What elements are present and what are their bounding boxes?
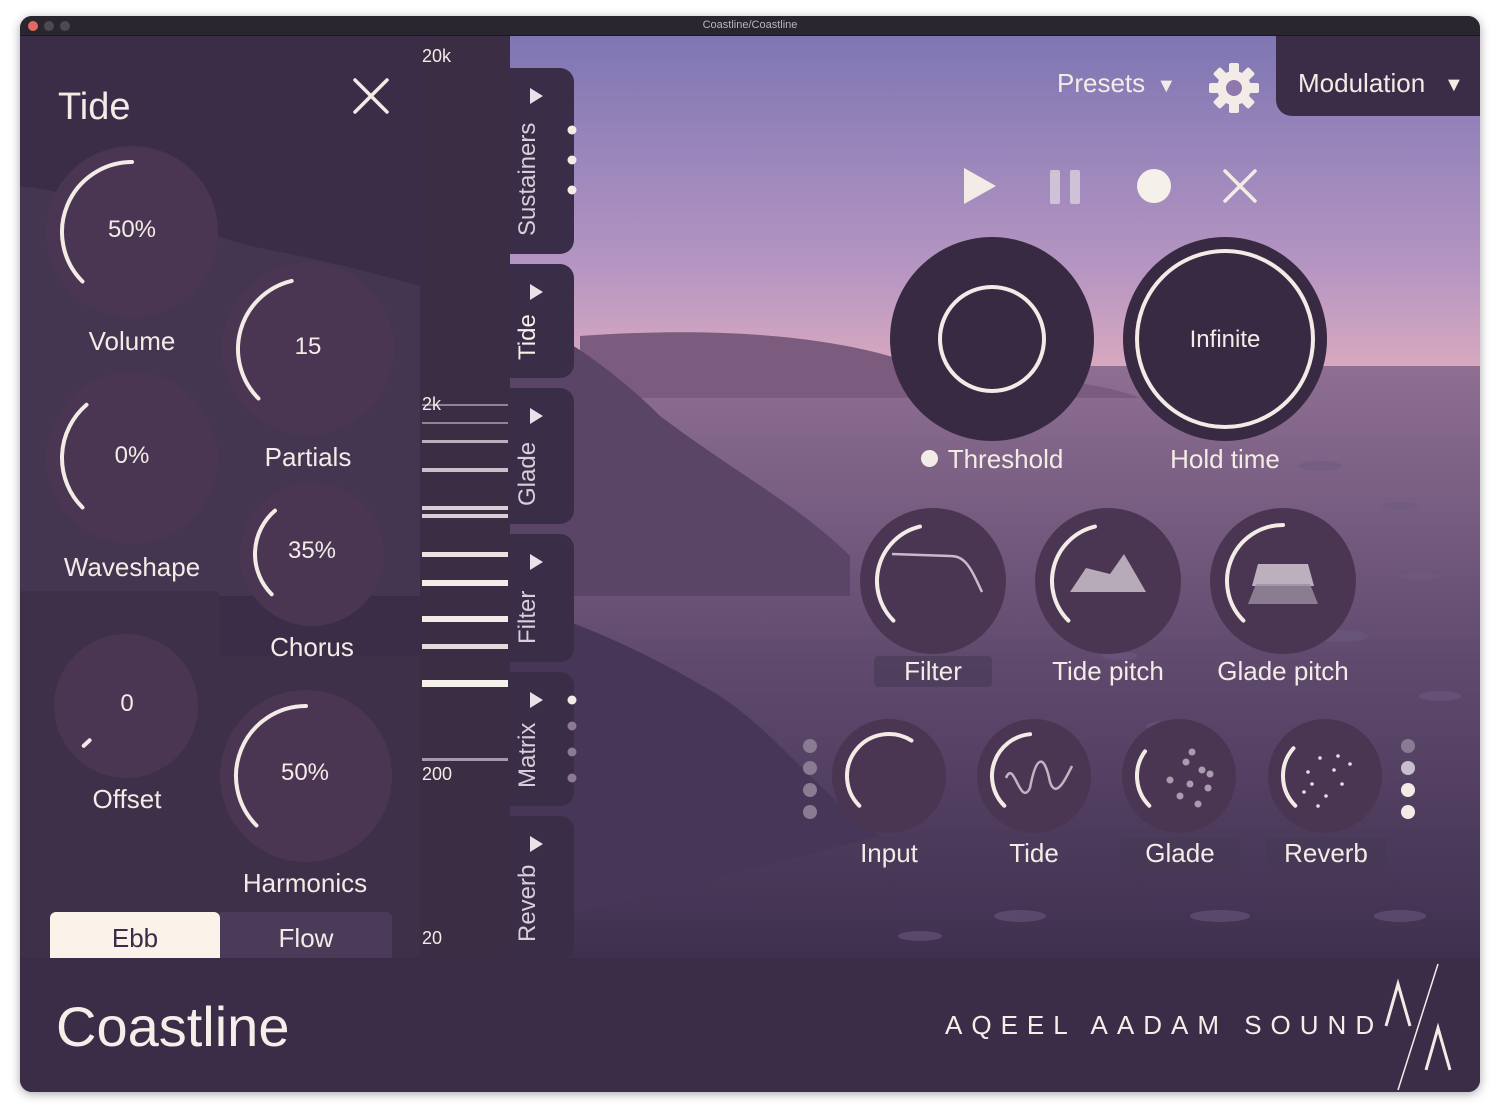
waveshape-knob[interactable]: 0%: [47, 442, 217, 470]
tab-filter-label: Filter: [514, 590, 541, 644]
gear-icon[interactable]: [1208, 62, 1260, 114]
filter-label: Filter: [874, 656, 992, 687]
freq-label-200: 200: [422, 764, 453, 784]
tide-panel-background: [20, 36, 420, 958]
tab-reverb-label: Reverb: [514, 864, 541, 942]
tab-reverb-arrow-icon: [530, 836, 543, 852]
modulation-label: Modulation: [1298, 68, 1426, 98]
caret-down-icon: ▼: [1444, 74, 1464, 96]
tab-matrix-arrow-icon: [530, 692, 543, 708]
app-name: Coastline: [56, 995, 290, 1058]
tide-panel-title: Tide: [58, 86, 131, 128]
tab-sustainers-label: Sustainers: [514, 122, 541, 236]
presets-label: Presets: [1057, 68, 1146, 98]
input-label: Input: [860, 838, 918, 868]
tab-glade-label: Glade: [514, 441, 541, 506]
harmonics-knob[interactable]: 50%: [220, 759, 390, 787]
ebb-button[interactable]: Ebb: [50, 912, 220, 958]
footer: Coastline AQEEL AADAM SOUND: [20, 958, 1480, 1092]
waveshape-label: Waveshape: [63, 552, 201, 582]
glade-level-label: Glade: [1120, 838, 1240, 869]
harmonics-label: Harmonics: [242, 868, 368, 898]
threshold-label-text: Threshold: [947, 444, 1064, 474]
tab-filter-arrow-icon: [530, 554, 543, 570]
threshold-knob[interactable]: [890, 238, 1094, 442]
pause-icon[interactable]: [1048, 166, 1084, 206]
offset-knob[interactable]: 0: [53, 690, 201, 718]
output-routing-dots[interactable]: [1398, 726, 1418, 836]
freq-label-20: 20: [422, 928, 443, 948]
threshold-dot-icon: [920, 450, 938, 467]
input-knob[interactable]: [832, 718, 946, 832]
tab-matrix-label: Matrix: [514, 722, 541, 788]
offset-label: Offset: [92, 784, 162, 814]
clear-icon[interactable]: [1220, 166, 1260, 206]
tide-level-knob[interactable]: [977, 718, 1091, 832]
titlebar: Coastline/Coastline: [20, 16, 1480, 36]
chorus-knob[interactable]: 35%: [238, 537, 386, 565]
filter-knob[interactable]: [860, 508, 1006, 654]
volume-value: 50%: [107, 216, 157, 243]
presets-dropdown[interactable]: Presets ▼: [1057, 68, 1176, 99]
glade-pitch-knob[interactable]: [1210, 508, 1356, 654]
offset-value: 0: [120, 690, 134, 717]
caret-down-icon: ▼: [1156, 75, 1177, 97]
tide-pitch-label: Tide pitch: [1052, 656, 1164, 686]
reverb-level-label: Reverb: [1266, 838, 1386, 869]
close-icon[interactable]: [351, 76, 391, 116]
window-title: Coastline/Coastline: [702, 19, 798, 31]
partials-value: 15: [294, 333, 322, 360]
volume-knob[interactable]: 50%: [47, 216, 217, 244]
hold-time-value: Infinite: [1189, 326, 1261, 353]
tab-tide-label: Tide: [514, 314, 541, 360]
tab-glade-arrow-icon: [530, 408, 543, 424]
hold-time-label: Hold time: [1170, 444, 1280, 474]
glade-pitch-label: Glade pitch: [1217, 656, 1349, 686]
tide-panel: Tide 50% Volume 15 Partials 0% Waveshape…: [20, 36, 420, 958]
brand-logo-icon: [1384, 963, 1452, 1091]
play-icon[interactable]: [960, 166, 1000, 206]
threshold-label: Threshold: [890, 444, 1094, 475]
brand-name: AQEEL AADAM SOUND: [945, 1010, 1384, 1040]
harmonics-value: 50%: [280, 759, 330, 786]
modulation-dropdown[interactable]: Modulation ▼: [1276, 36, 1480, 116]
tide-pitch-knob[interactable]: [1035, 508, 1181, 654]
chorus-label: Chorus: [270, 632, 354, 662]
flow-button[interactable]: Flow: [220, 912, 392, 958]
volume-label: Volume: [88, 326, 176, 356]
plugin-window: Coastline/Coastline Tide 50% Volume 15 P…: [20, 16, 1480, 1092]
waveshape-value: 0%: [114, 442, 150, 469]
freq-label-2k: 2k: [422, 394, 442, 414]
glade-level-knob[interactable]: [1122, 718, 1236, 832]
freq-label-20k: 20k: [422, 46, 452, 66]
tab-indicator-dots: [567, 125, 577, 783]
main-stage: Tide 50% Volume 15 Partials 0% Waveshape…: [20, 36, 1480, 958]
reverb-level-knob[interactable]: [1268, 718, 1382, 832]
partials-knob[interactable]: 15: [223, 333, 393, 361]
input-routing-dots[interactable]: [800, 726, 820, 836]
partials-label: Partials: [264, 442, 352, 472]
tab-tide-arrow-icon: [530, 284, 543, 300]
tide-level-label: Tide: [1009, 838, 1059, 868]
record-icon[interactable]: [1134, 166, 1174, 206]
chorus-value: 35%: [287, 537, 337, 564]
tab-sustainers-arrow-icon: [530, 88, 543, 104]
